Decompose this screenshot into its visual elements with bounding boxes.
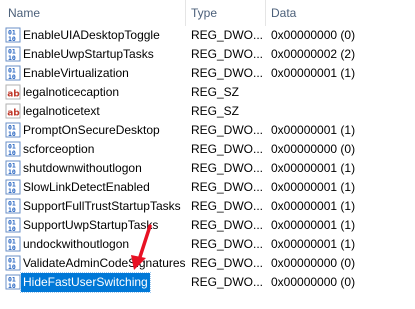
value-name: undockwithoutlogon	[23, 237, 130, 251]
value-type: REG_DWO...	[191, 66, 264, 80]
value-data: 0x00000001 (1)	[271, 161, 356, 175]
reg-dword-icon: 01 10	[5, 122, 21, 138]
value-data: 0x00000001 (1)	[271, 66, 356, 80]
value-name: EnableUIADesktopToggle	[23, 28, 160, 42]
value-data: 0x00000001 (1)	[271, 199, 356, 213]
value-name: SupportFullTrustStartupTasks	[23, 199, 181, 213]
svg-text:10: 10	[8, 149, 16, 157]
value-name: HideFastUserSwitching	[20, 272, 151, 293]
column-header-data[interactable]: Data	[271, 0, 296, 26]
svg-text:10: 10	[8, 73, 16, 81]
value-type: REG_DWO...	[191, 161, 264, 175]
svg-text:10: 10	[8, 187, 16, 195]
value-name: PromptOnSecureDesktop	[23, 123, 160, 137]
reg-dword-icon: 01 10	[5, 236, 21, 252]
value-data: 0x00000001 (1)	[271, 218, 356, 232]
registry-value-row[interactable]: 01 10 HideFastUserSwitching REG_DWO... 0x000…	[0, 272, 415, 293]
svg-text:10: 10	[8, 206, 16, 214]
reg-dword-icon: 01 10	[5, 160, 21, 176]
svg-text:10: 10	[8, 130, 16, 138]
reg-string-icon: ab	[5, 103, 21, 119]
registry-value-row[interactable]: 01 10 undockwithoutlogon REG_DWO... 0x000000…	[0, 235, 415, 254]
svg-text:10: 10	[8, 244, 16, 252]
svg-text:ab: ab	[7, 90, 20, 100]
value-name: legalnoticetext	[23, 104, 100, 118]
value-name: shutdownwithoutlogon	[23, 161, 142, 175]
value-name: legalnoticecaption	[23, 85, 120, 99]
value-data: 0x00000001 (1)	[271, 237, 356, 251]
registry-value-row[interactable]: ab legalnoticetext REG_SZ	[0, 102, 415, 121]
value-type: REG_DWO...	[191, 142, 264, 156]
value-data: 0x00000000 (0)	[271, 256, 356, 270]
column-header-type[interactable]: Type	[191, 0, 217, 26]
value-name: scforceoption	[23, 142, 95, 156]
value-type: REG_DWO...	[191, 275, 264, 289]
reg-dword-icon: 01 10	[5, 27, 21, 43]
reg-dword-icon: 01 10	[5, 65, 21, 81]
value-type: REG_DWO...	[191, 123, 264, 137]
svg-text:10: 10	[8, 35, 16, 43]
value-type: REG_SZ	[191, 85, 240, 99]
value-name: SlowLinkDetectEnabled	[23, 180, 150, 194]
value-type: REG_DWO...	[191, 47, 264, 61]
registry-value-row[interactable]: ab legalnoticecaption REG_SZ	[0, 83, 415, 102]
reg-dword-icon: 01 10	[5, 274, 21, 290]
registry-value-row[interactable]: 01 10 EnableUIADesktopToggle REG_DWO... 0x00…	[0, 26, 415, 45]
value-type: REG_DWO...	[191, 180, 264, 194]
registry-value-row[interactable]: 01 10 EnableUwpStartupTasks REG_DWO... 0x000…	[0, 45, 415, 64]
reg-dword-icon: 01 10	[5, 217, 21, 233]
reg-dword-icon: 01 10	[5, 255, 21, 271]
reg-dword-icon: 01 10	[5, 46, 21, 62]
registry-value-row[interactable]: 01 10 scforceoption REG_DWO... 0x00000000 (0…	[0, 140, 415, 159]
reg-dword-icon: 01 10	[5, 198, 21, 214]
value-type: REG_DWO...	[191, 199, 264, 213]
svg-text:10: 10	[8, 263, 16, 271]
value-type: REG_SZ	[191, 104, 240, 118]
value-type: REG_DWO...	[191, 218, 264, 232]
value-type: REG_DWO...	[191, 237, 264, 251]
value-data: 0x00000001 (1)	[271, 180, 356, 194]
registry-values-list: 01 10 EnableUIADesktopToggle REG_DWO... 0x00…	[0, 26, 415, 293]
registry-value-row[interactable]: 01 10 SlowLinkDetectEnabled REG_DWO... 0x000…	[0, 178, 415, 197]
value-data: 0x00000000 (0)	[271, 142, 356, 156]
value-name: EnableUwpStartupTasks	[23, 47, 154, 61]
svg-text:10: 10	[8, 54, 16, 62]
reg-dword-icon: 01 10	[5, 179, 21, 195]
svg-text:10: 10	[8, 282, 16, 290]
column-header-name[interactable]: Name	[8, 0, 40, 26]
column-header: Name Type Data	[0, 0, 415, 27]
value-data: 0x00000000 (0)	[271, 275, 356, 289]
value-data: 0x00000000 (0)	[271, 28, 356, 42]
value-type: REG_DWO...	[191, 28, 264, 42]
registry-value-row[interactable]: 01 10 ValidateAdminCodeSignatures REG_DWO..…	[0, 254, 415, 273]
value-data: 0x00000001 (1)	[271, 123, 356, 137]
registry-value-row[interactable]: 01 10 SupportUwpStartupTasks REG_DWO... 0x00…	[0, 216, 415, 235]
reg-dword-icon: 01 10	[5, 141, 21, 157]
svg-text:ab: ab	[7, 109, 20, 119]
value-name: ValidateAdminCodeSignatures	[23, 256, 186, 270]
reg-string-icon: ab	[5, 84, 21, 100]
value-data: 0x00000002 (2)	[271, 47, 356, 61]
registry-value-row[interactable]: 01 10 EnableVirtualization REG_DWO... 0x0000…	[0, 64, 415, 83]
column-divider[interactable]	[185, 0, 186, 26]
svg-text:10: 10	[8, 168, 16, 176]
svg-text:10: 10	[8, 225, 16, 233]
value-type: REG_DWO...	[191, 256, 264, 270]
registry-value-row[interactable]: 01 10 PromptOnSecureDesktop REG_DWO... 0x000…	[0, 121, 415, 140]
value-name: EnableVirtualization	[23, 66, 129, 80]
registry-value-row[interactable]: 01 10 shutdownwithoutlogon REG_DWO... 0x0000…	[0, 159, 415, 178]
registry-value-row[interactable]: 01 10 SupportFullTrustStartupTasks REG_DWO.…	[0, 197, 415, 216]
column-divider[interactable]	[265, 0, 266, 26]
value-name: SupportUwpStartupTasks	[23, 218, 159, 232]
